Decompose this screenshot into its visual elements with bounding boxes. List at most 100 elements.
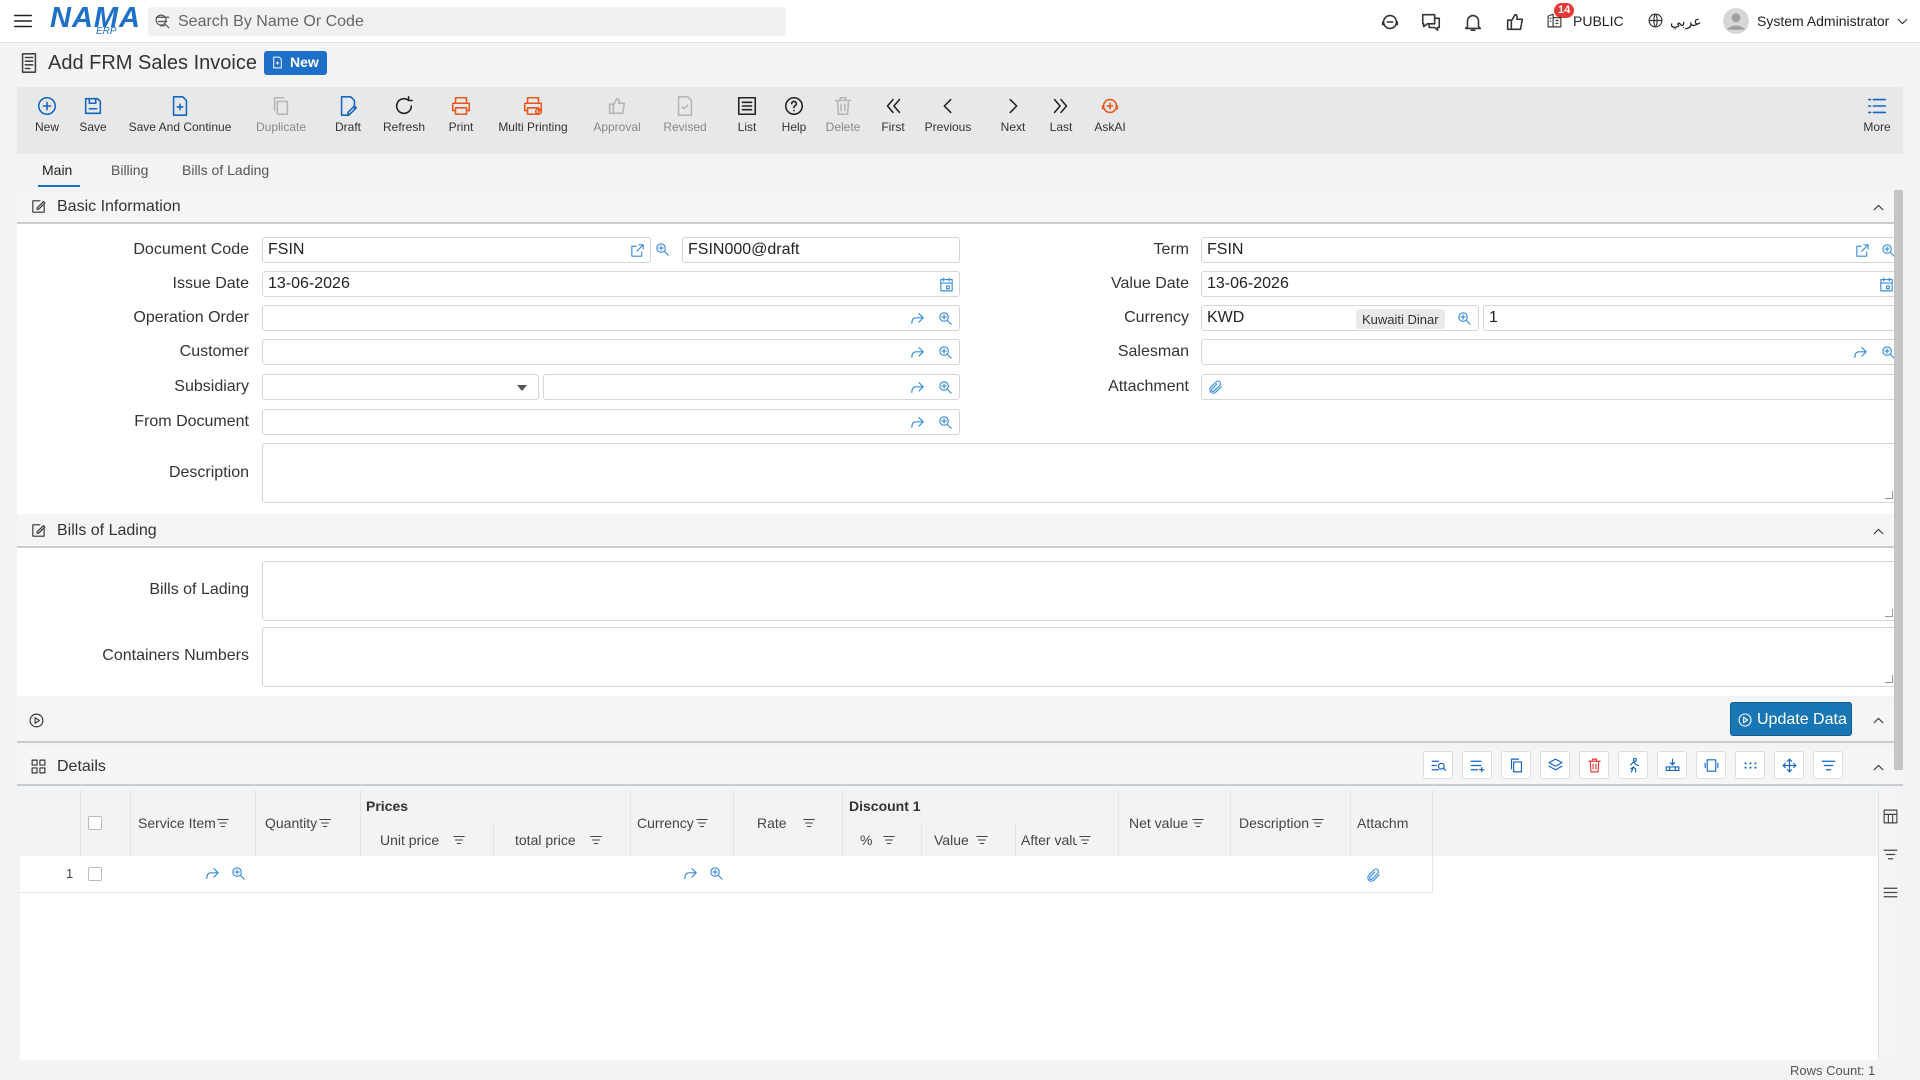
document-code-field[interactable]: FSIN: [262, 237, 651, 263]
paperclip-icon[interactable]: [1207, 379, 1224, 396]
scope-label[interactable]: PUBLIC: [1573, 13, 1624, 29]
move-button[interactable]: [1774, 751, 1804, 779]
chevron-up-icon[interactable]: [1870, 712, 1887, 729]
open-link-icon[interactable]: [1854, 242, 1871, 259]
tab-main[interactable]: Main: [42, 162, 72, 178]
draft-button[interactable]: Draft: [328, 95, 368, 134]
next-button[interactable]: Next: [995, 95, 1031, 134]
filter-icon[interactable]: [216, 816, 230, 830]
table-row[interactable]: 1: [20, 856, 1432, 893]
column-discount-percent[interactable]: %: [860, 832, 872, 848]
filter-icon[interactable]: [1882, 846, 1899, 863]
share-icon[interactable]: [909, 310, 926, 327]
search-rows-button[interactable]: [1423, 751, 1453, 779]
help-button[interactable]: Help: [776, 95, 812, 134]
dots-grid-button[interactable]: [1735, 751, 1765, 779]
issue-date-field[interactable]: 13-06-2026: [262, 271, 960, 297]
tab-billing[interactable]: Billing: [111, 162, 148, 178]
list-button[interactable]: List: [729, 95, 765, 134]
filter-icon[interactable]: [318, 816, 332, 830]
filter-icon[interactable]: [882, 833, 896, 847]
fit-columns-button[interactable]: [1696, 751, 1726, 779]
column-unit-price[interactable]: Unit price: [380, 832, 439, 848]
description-textarea[interactable]: [262, 443, 1897, 503]
paperclip-icon[interactable]: [1365, 867, 1382, 884]
filter-icon[interactable]: [975, 833, 989, 847]
columns-icon[interactable]: [1882, 808, 1899, 825]
print-button[interactable]: Print: [441, 95, 481, 134]
filter-icon[interactable]: [154, 13, 171, 30]
open-link-icon[interactable]: [629, 242, 646, 259]
search-lookup-icon[interactable]: [937, 414, 954, 431]
add-row-button[interactable]: [1462, 751, 1492, 779]
column-description[interactable]: Description: [1239, 815, 1309, 831]
avatar[interactable]: [1723, 8, 1749, 34]
column-net-value[interactable]: Net value: [1129, 815, 1188, 831]
save-button[interactable]: Save: [73, 95, 113, 134]
language-switch[interactable]: عربي: [1670, 13, 1702, 30]
chevron-up-icon[interactable]: [1870, 523, 1887, 540]
customer-field[interactable]: [262, 339, 960, 365]
save-and-continue-button[interactable]: Save And Continue: [127, 95, 233, 134]
column-total-price[interactable]: total price: [515, 832, 576, 848]
column-currency[interactable]: Currency: [637, 815, 694, 831]
new-button[interactable]: New: [27, 95, 67, 134]
share-icon[interactable]: [909, 344, 926, 361]
subsidiary-select[interactable]: [262, 374, 539, 400]
duplicate-button[interactable]: Duplicate: [253, 95, 309, 134]
search-lookup-icon[interactable]: [937, 344, 954, 361]
filter-icon[interactable]: [802, 816, 816, 830]
multi-printing-button[interactable]: Multi Printing: [493, 95, 573, 134]
column-after-value[interactable]: After valu: [1021, 832, 1077, 848]
copy-rows-button[interactable]: [1501, 751, 1531, 779]
chevron-up-icon[interactable]: [1870, 199, 1887, 216]
delete-button[interactable]: Delete: [823, 95, 863, 134]
search-lookup-icon[interactable]: [937, 379, 954, 396]
chevron-up-icon[interactable]: [1870, 759, 1887, 776]
filter-icon[interactable]: [452, 833, 466, 847]
chat-icon[interactable]: [1420, 11, 1442, 33]
previous-button[interactable]: Previous: [923, 95, 973, 134]
share-icon[interactable]: [682, 865, 699, 882]
update-data-button[interactable]: Update Data: [1730, 702, 1852, 736]
filter-icon[interactable]: [589, 833, 603, 847]
user-name[interactable]: System Administrator: [1757, 13, 1889, 29]
menu-icon[interactable]: [12, 10, 34, 32]
from-document-field[interactable]: [262, 409, 960, 435]
play-circle-icon[interactable]: [28, 712, 45, 729]
more-button[interactable]: More: [1857, 95, 1897, 134]
column-service-item[interactable]: Service Item: [138, 815, 216, 831]
search-lookup-icon[interactable]: [1456, 310, 1473, 327]
value-date-field[interactable]: 13-06-2026: [1201, 271, 1899, 297]
revised-button[interactable]: Revised: [657, 95, 713, 134]
select-all-checkbox[interactable]: [88, 816, 102, 830]
currency-field[interactable]: KWD Kuwaiti Dinar: [1201, 305, 1479, 331]
search-lookup-icon[interactable]: [937, 310, 954, 327]
bills-of-lading-header[interactable]: Bills of Lading: [17, 514, 1903, 548]
first-button[interactable]: First: [875, 95, 911, 134]
search-input[interactable]: [178, 11, 738, 32]
bell-icon[interactable]: [1462, 11, 1484, 33]
search-lookup-icon[interactable]: [708, 865, 725, 882]
approval-button[interactable]: Approval: [589, 95, 645, 134]
subsidiary-field[interactable]: [543, 374, 960, 400]
column-discount-value[interactable]: Value: [934, 832, 969, 848]
term-field[interactable]: FSIN: [1201, 237, 1899, 263]
document-number-field[interactable]: FSIN000@draft: [682, 237, 960, 263]
share-icon[interactable]: [909, 414, 926, 431]
insert-row-button[interactable]: [1657, 751, 1687, 779]
search-lookup-icon[interactable]: [230, 865, 247, 882]
ai-support-icon[interactable]: [1379, 11, 1401, 33]
attachment-field[interactable]: [1201, 374, 1899, 400]
share-icon[interactable]: [204, 865, 221, 882]
filter-icon[interactable]: [1311, 816, 1325, 830]
salesman-field[interactable]: [1201, 339, 1899, 365]
tab-bills-of-lading[interactable]: Bills of Lading: [182, 162, 269, 178]
delete-rows-button[interactable]: [1579, 751, 1609, 779]
row-checkbox[interactable]: [88, 867, 102, 881]
globe-icon[interactable]: [1647, 12, 1664, 29]
share-icon[interactable]: [1852, 344, 1869, 361]
containers-numbers-textarea[interactable]: [262, 627, 1897, 687]
page-scrollbar[interactable]: [1894, 190, 1903, 770]
operation-order-field[interactable]: [262, 305, 960, 331]
